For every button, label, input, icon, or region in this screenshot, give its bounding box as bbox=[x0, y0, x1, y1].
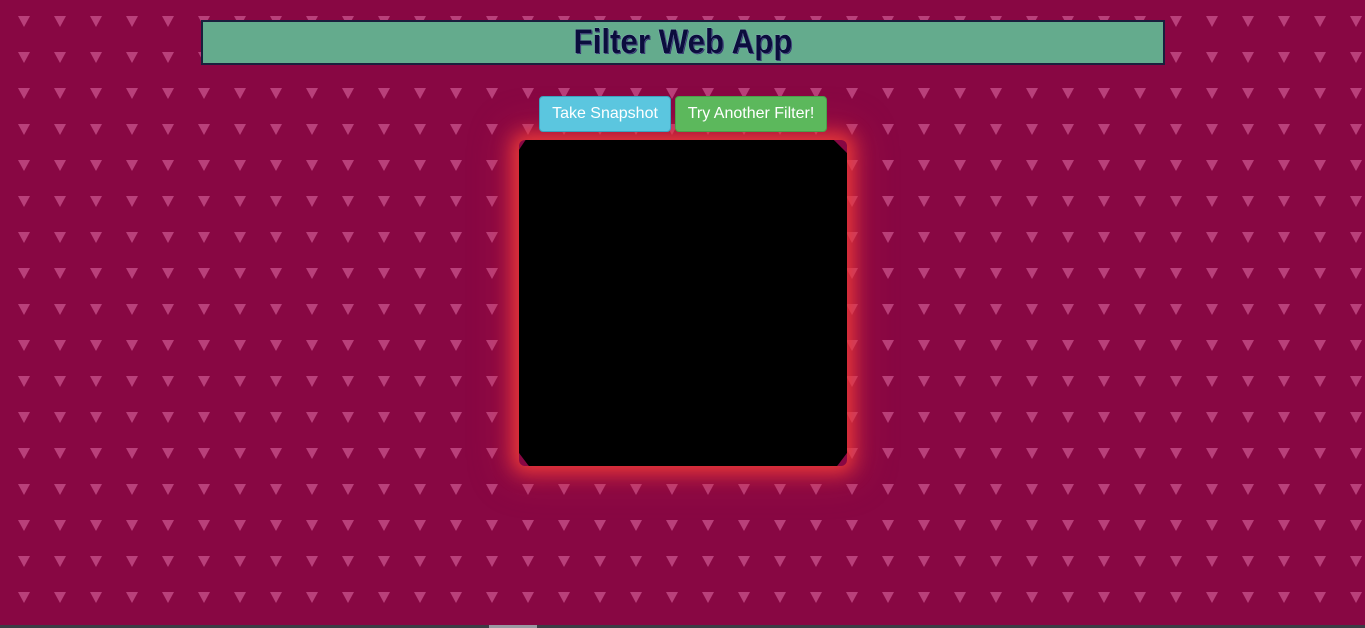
webcam-video-canvas bbox=[519, 140, 847, 466]
page-title: Filter Web App bbox=[573, 23, 793, 61]
header-bar: Filter Web App bbox=[201, 20, 1165, 65]
take-snapshot-button[interactable]: Take Snapshot bbox=[539, 96, 671, 132]
button-row: Take Snapshot Try Another Filter! bbox=[539, 96, 827, 132]
try-another-filter-button[interactable]: Try Another Filter! bbox=[675, 96, 827, 132]
